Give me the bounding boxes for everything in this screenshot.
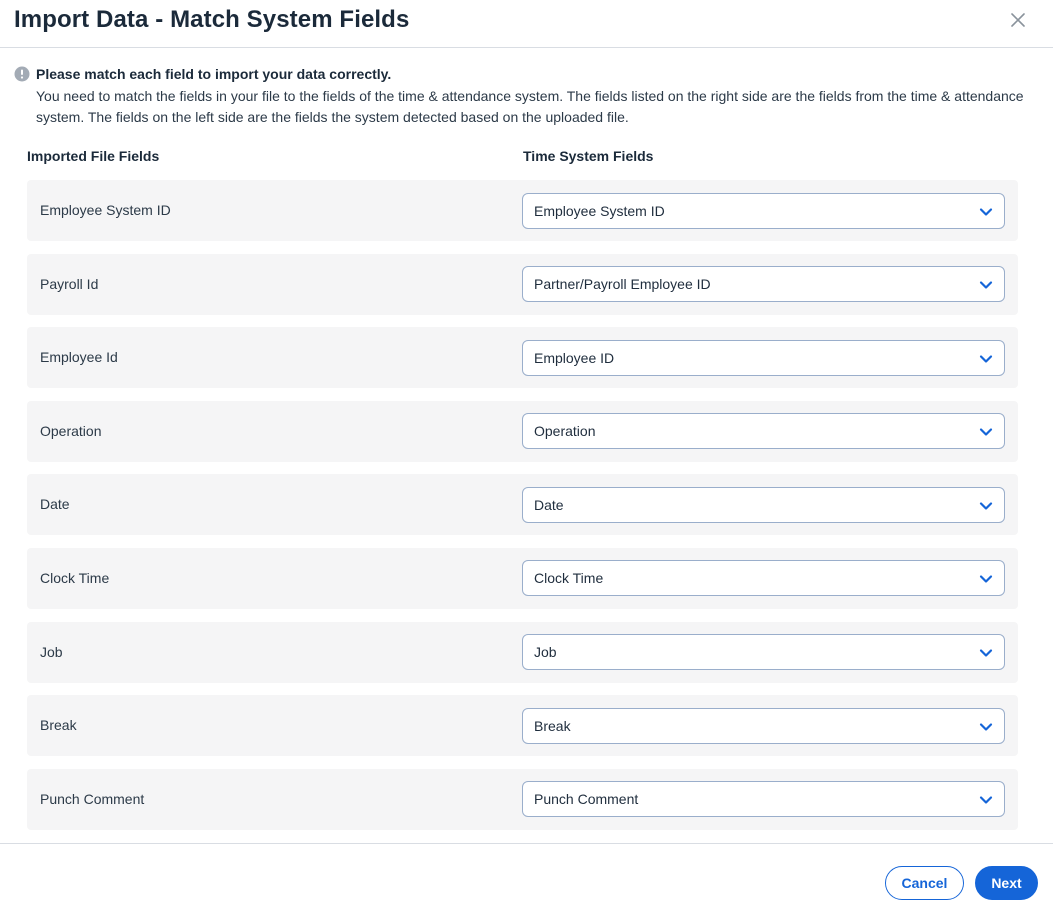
imported-field-label: Clock Time <box>40 569 110 586</box>
dialog-footer: Cancel Next <box>0 843 1053 911</box>
mapping-row: Job Job <box>27 621 1018 683</box>
system-field-select[interactable]: Partner/Payroll Employee ID <box>522 266 1005 303</box>
system-field-value: Partner/Payroll Employee ID <box>534 276 711 293</box>
next-button[interactable]: Next <box>975 866 1038 900</box>
cancel-button[interactable]: Cancel <box>885 866 964 900</box>
notice-title: Please match each field to import your d… <box>36 66 392 82</box>
system-field-value: Job <box>534 644 557 661</box>
close-icon <box>1011 13 1025 27</box>
notice-body: You need to match the fields in your fil… <box>36 88 1024 125</box>
system-field-select[interactable]: Employee System ID <box>522 192 1005 229</box>
system-field-select[interactable]: Date <box>522 486 1005 523</box>
chevron-down-icon <box>979 207 993 216</box>
imported-field-label: Payroll Id <box>40 275 99 292</box>
imported-field-label: Employee Id <box>40 349 118 366</box>
system-field-value: Clock Time <box>534 570 604 587</box>
imported-field-label: Date <box>40 496 70 513</box>
system-field-value: Employee ID <box>534 349 615 366</box>
system-field-select[interactable]: Clock Time <box>522 560 1005 597</box>
imported-field-label: Break <box>40 717 77 734</box>
imported-field-label: Punch Comment <box>40 790 145 807</box>
mapping-row: Operation Operation <box>27 400 1018 462</box>
mapping-row: Punch Comment Punch Comment <box>27 768 1018 830</box>
imported-fields-header: Imported File Fields <box>27 148 160 164</box>
system-field-select[interactable]: Operation <box>522 413 1005 450</box>
chevron-down-icon <box>979 796 993 804</box>
chevron-down-icon <box>979 649 993 657</box>
system-field-value: Break <box>534 717 571 734</box>
system-field-value: Employee System ID <box>534 202 665 219</box>
mapping-row: Date Date <box>27 474 1018 536</box>
system-field-value: Punch Comment <box>534 791 639 808</box>
mapping-row: Employee Id Employee ID <box>27 327 1018 389</box>
chevron-down-icon <box>979 575 993 584</box>
chevron-down-icon <box>979 723 993 731</box>
system-field-select[interactable]: Break <box>522 707 1005 744</box>
system-field-value: Operation <box>534 423 596 440</box>
chevron-down-icon <box>979 428 993 436</box>
close-button[interactable] <box>1007 9 1029 31</box>
chevron-down-icon <box>979 355 993 363</box>
imported-field-label: Operation <box>40 422 102 439</box>
chevron-down-icon <box>979 281 993 289</box>
mapping-row: Employee System ID Employee System ID <box>27 180 1018 241</box>
chevron-down-icon <box>979 502 993 510</box>
info-icon <box>14 66 30 82</box>
imported-field-label: Employee System ID <box>40 202 171 218</box>
system-fields-header: Time System Fields <box>523 148 654 164</box>
dialog-title: Import Data - Match System Fields <box>14 6 410 33</box>
mapping-row: Payroll Id Partner/Payroll Employee ID <box>27 253 1018 315</box>
system-field-value: Date <box>534 496 564 513</box>
mapping-row: Clock Time Clock Time <box>27 547 1018 609</box>
system-field-select[interactable]: Job <box>522 634 1005 671</box>
mapping-row: Break Break <box>27 695 1018 757</box>
dialog-header: Import Data - Match System Fields <box>0 0 1053 48</box>
imported-field-label: Job <box>40 643 63 660</box>
field-mapping-list: Employee System ID Employee System ID Pa… <box>27 180 1018 842</box>
system-field-select[interactable]: Punch Comment <box>522 781 1005 818</box>
system-field-select[interactable]: Employee ID <box>522 339 1005 376</box>
